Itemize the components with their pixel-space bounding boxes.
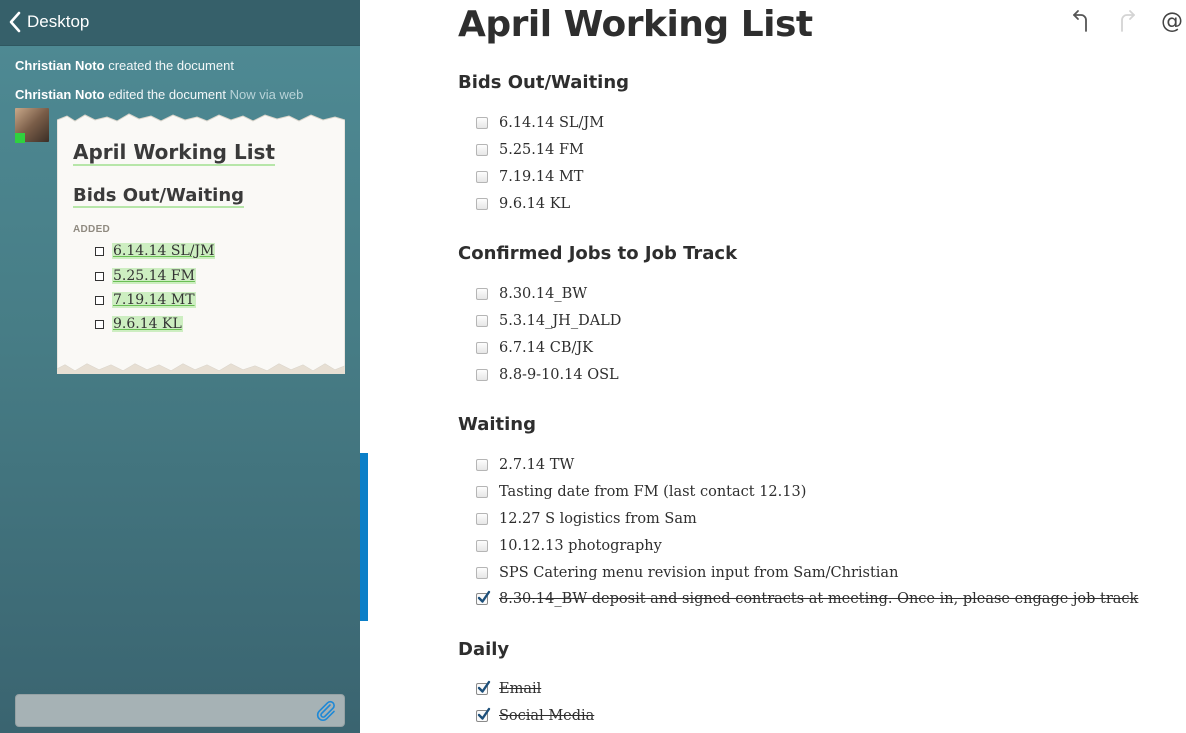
checklist-item[interactable]: 12.27 S logistics from Sam xyxy=(476,511,697,527)
added-label: ADDED xyxy=(73,224,111,235)
activity-timestamp: Now via web xyxy=(229,87,304,102)
preview-list-item: 7.19.14 MT xyxy=(95,292,196,308)
redo-icon xyxy=(1121,10,1135,32)
checklist-item-text[interactable]: SPS Catering menu revision input from Sa… xyxy=(499,565,898,581)
checklist-item-text[interactable]: 12.27 S logistics from Sam xyxy=(499,511,697,527)
checkbox[interactable] xyxy=(476,486,488,498)
preview-item-text: 9.6.14 KL xyxy=(112,316,183,332)
document-editor[interactable]: April Working List @ Bids Out/Waiting 6.… xyxy=(368,0,1186,733)
checklist-item-text[interactable]: 6.14.14 SL/JM xyxy=(499,115,604,131)
section-heading[interactable]: Waiting xyxy=(458,414,536,435)
activity-action: edited the document xyxy=(108,87,226,102)
undo-icon xyxy=(1073,10,1087,32)
sidebar-header: Desktop xyxy=(0,0,360,46)
section-heading[interactable]: Daily xyxy=(458,639,509,660)
checklist-item-text[interactable]: 5.25.14 FM xyxy=(499,142,584,158)
checkbox[interactable] xyxy=(476,288,488,300)
checkbox[interactable] xyxy=(476,369,488,381)
activity-item: Christian Noto edited the document Now v… xyxy=(15,87,303,102)
preview-item-text: 7.19.14 MT xyxy=(112,292,196,308)
checklist-item-text[interactable]: Email xyxy=(499,681,541,697)
activity-user: Christian Noto xyxy=(15,87,105,102)
checkbox[interactable] xyxy=(476,567,488,579)
activity-sidebar: Desktop Christian Noto created the docum… xyxy=(0,0,360,733)
checkbox-checked[interactable] xyxy=(476,707,491,722)
checklist-item[interactable]: 5.25.14 FM xyxy=(476,142,584,158)
back-button[interactable]: Desktop xyxy=(8,9,89,35)
checkbox[interactable] xyxy=(476,171,488,183)
preview-item-text: 5.25.14 FM xyxy=(112,268,196,284)
checkmark-icon xyxy=(477,680,491,693)
checkmark-icon xyxy=(477,590,491,603)
preview-list-item: 5.25.14 FM xyxy=(95,268,196,284)
checkbox[interactable] xyxy=(476,540,488,552)
checklist-item[interactable]: Tasting date from FM (last contact 12.13… xyxy=(476,484,806,500)
checklist-item[interactable]: 9.6.14 KL xyxy=(476,196,570,212)
checklist-item-text[interactable]: Social Media xyxy=(499,708,594,724)
checklist-item[interactable]: 5.3.14_JH_DALD xyxy=(476,313,621,329)
scroll-indicator[interactable] xyxy=(360,453,368,621)
checklist-item[interactable]: 8.8-9-10.14 OSL xyxy=(476,367,619,383)
checklist-item[interactable]: 8.30.14_BW xyxy=(476,286,587,302)
section-heading[interactable]: Bids Out/Waiting xyxy=(458,72,629,93)
chevron-left-icon xyxy=(9,11,21,33)
activity-item: Christian Noto created the document xyxy=(15,58,234,73)
mention-button[interactable]: @ xyxy=(1159,8,1185,34)
checklist-item-text[interactable]: 2.7.14 TW xyxy=(499,457,574,473)
checkbox[interactable] xyxy=(476,342,488,354)
activity-user: Christian Noto xyxy=(15,58,105,73)
checklist-item-completed[interactable]: 8.30.14_BW deposit and signed contracts … xyxy=(476,590,1138,607)
checklist-item-text[interactable]: 5.3.14_JH_DALD xyxy=(499,313,621,329)
checklist-item-text[interactable]: Tasting date from FM (last contact 12.13… xyxy=(499,484,806,500)
checklist-item-text[interactable]: 10.12.13 photography xyxy=(499,538,662,554)
paperclip-icon[interactable] xyxy=(315,700,337,722)
preview-item-text: 6.14.14 SL/JM xyxy=(112,243,216,259)
comment-input[interactable] xyxy=(15,694,345,727)
checklist-item-text[interactable]: 8.30.14_BW xyxy=(499,286,587,302)
checkbox-icon xyxy=(95,295,104,305)
document-title[interactable]: April Working List xyxy=(458,4,813,45)
section-heading[interactable]: Confirmed Jobs to Job Track xyxy=(458,243,737,264)
checkbox[interactable] xyxy=(476,513,488,525)
checklist-item-completed[interactable]: Email xyxy=(476,680,541,697)
undo-button[interactable] xyxy=(1068,8,1094,34)
checklist-item-completed[interactable]: Social Media xyxy=(476,707,594,724)
checkbox-icon xyxy=(95,246,104,256)
checklist-item-text[interactable]: 7.19.14 MT xyxy=(499,169,583,185)
preview-heading: Bids Out/Waiting xyxy=(73,185,245,208)
checkbox[interactable] xyxy=(476,459,488,471)
checkbox[interactable] xyxy=(476,315,488,327)
checklist-item-text[interactable]: 8.30.14_BW deposit and signed contracts … xyxy=(499,591,1138,607)
checkbox-icon xyxy=(95,271,104,281)
checklist-item-text[interactable]: 9.6.14 KL xyxy=(499,196,570,212)
online-status-indicator xyxy=(15,133,25,143)
back-label: Desktop xyxy=(27,12,90,31)
checklist-item[interactable]: 7.19.14 MT xyxy=(476,169,583,185)
checklist-item[interactable]: 10.12.13 photography xyxy=(476,538,662,554)
checkmark-icon xyxy=(477,707,491,720)
checkbox[interactable] xyxy=(476,117,488,129)
checklist-item-text[interactable]: 8.8-9-10.14 OSL xyxy=(499,367,619,383)
checkbox[interactable] xyxy=(476,198,488,210)
checklist-item[interactable]: SPS Catering menu revision input from Sa… xyxy=(476,565,898,581)
preview-list-item: 9.6.14 KL xyxy=(95,316,183,332)
checklist-item-text[interactable]: 6.7.14 CB/JK xyxy=(499,340,593,356)
redo-button[interactable] xyxy=(1114,8,1140,34)
checklist-item[interactable]: 6.7.14 CB/JK xyxy=(476,340,593,356)
checklist-item[interactable]: 6.14.14 SL/JM xyxy=(476,115,604,131)
preview-title: April Working List xyxy=(73,140,276,166)
preview-list-item: 6.14.14 SL/JM xyxy=(95,243,216,259)
activity-action: created the document xyxy=(108,58,234,73)
edit-preview-card[interactable]: April Working List Bids Out/Waiting ADDE… xyxy=(57,112,345,376)
checkbox[interactable] xyxy=(476,144,488,156)
checkbox-checked[interactable] xyxy=(476,680,491,695)
checkbox-checked[interactable] xyxy=(476,590,491,605)
checkbox-icon xyxy=(95,319,104,329)
checklist-item[interactable]: 2.7.14 TW xyxy=(476,457,574,473)
